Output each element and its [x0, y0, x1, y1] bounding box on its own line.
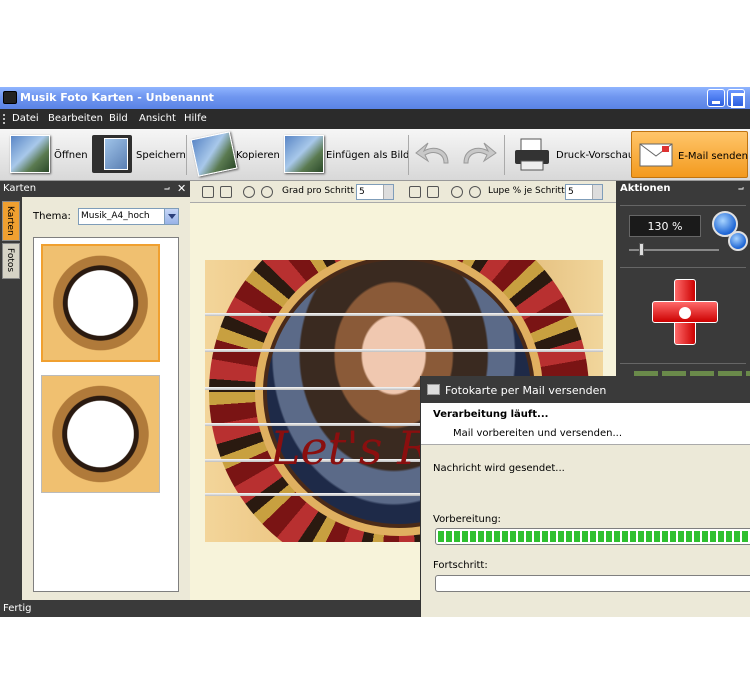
cards-panel: Karten ⨼ ✕ Karten Fotos Thema: Musik_A4_… [0, 181, 190, 600]
open-photo-icon [10, 135, 50, 173]
dialog-heading: Verarbeitung läuft... [433, 409, 549, 420]
menu-ansicht[interactable]: Ansicht [139, 113, 176, 124]
grad-value: 5 [359, 187, 365, 197]
pin-icon[interactable]: ⨼ [738, 182, 744, 193]
envelope-icon [639, 143, 673, 167]
close-icon[interactable]: ✕ [177, 182, 186, 195]
zoom-slider-thumb[interactable] [639, 243, 644, 256]
lupe-value: 5 [568, 187, 574, 197]
card-template-list[interactable] [33, 237, 179, 592]
dialog-message: Nachricht wird gesendet... [433, 463, 565, 474]
copy-button[interactable]: Kopieren [190, 131, 280, 178]
tab-karten-label: Karten [5, 206, 15, 236]
title-bar: Musik Foto Karten - Unbenannt [0, 87, 750, 109]
preparation-progress-bar [435, 528, 750, 545]
send-progress-bar [435, 575, 750, 592]
canvas-toolbar: Grad pro Schritt 5 Lupe % je Schritt 5 [190, 181, 616, 203]
open-button[interactable]: Öffnen [5, 131, 90, 178]
fit-icon[interactable] [409, 186, 421, 198]
tab-fotos-label: Fotos [5, 248, 15, 273]
preparation-progress-fill [438, 531, 750, 542]
dialog-title: Fotokarte per Mail versenden [445, 384, 607, 397]
paste-label: Einfügen als Bild [326, 150, 410, 161]
copy-photo-icon [190, 131, 238, 177]
paste-photo-icon [284, 135, 324, 173]
toolbar-separator [186, 135, 187, 175]
card-template-thumbnail[interactable] [41, 375, 160, 493]
lupe-label: Lupe % je Schritt [488, 186, 565, 196]
cards-panel-tabs: Karten Fotos [0, 197, 22, 600]
move-center-icon[interactable] [679, 307, 691, 319]
cards-panel-header: Karten ⨼ ✕ [0, 181, 190, 197]
guitar-string [205, 313, 603, 316]
progress-label: Fortschritt: [433, 560, 488, 571]
printer-icon [427, 384, 440, 395]
dialog-header: Verarbeitung läuft... Mail vorbereiten u… [421, 403, 750, 445]
tab-fotos[interactable]: Fotos [2, 243, 20, 279]
copy-label: Kopieren [236, 150, 280, 161]
print-preview-label: Druck-Vorschau [556, 150, 635, 161]
window-title: Musik Foto Karten - Unbenannt [20, 91, 214, 104]
fit-all-icon[interactable] [427, 186, 439, 198]
actions-panel-title: Aktionen [620, 183, 671, 194]
card-overlay-text: Let's R [270, 421, 432, 475]
app-icon [3, 91, 17, 104]
panel-divider [620, 363, 746, 364]
rotate-left-icon[interactable] [243, 186, 255, 198]
save-disk-icon [92, 135, 132, 173]
menu-bar: Datei Bearbeiten Bild Ansicht Hilfe [0, 109, 750, 129]
actions-panel-header: Aktionen ⨼ [616, 181, 750, 197]
zoom-value: 130 % [647, 220, 683, 233]
maximize-button[interactable] [727, 89, 745, 108]
send-mail-dialog: Fotokarte per Mail versenden Verarbeitun… [420, 376, 750, 617]
pin-icon[interactable]: ⨼ [164, 182, 170, 193]
main-toolbar: Öffnen Speichern Kopieren Einfügen als B… [0, 129, 750, 181]
zoom-level-display: 130 % [629, 215, 701, 237]
thema-select[interactable]: Musik_A4_hoch [78, 208, 179, 225]
paste-as-image-button[interactable]: Einfügen als Bild [282, 131, 410, 178]
toolbar-separator [408, 135, 409, 175]
chevron-down-icon[interactable] [164, 209, 178, 224]
menu-bearbeiten[interactable]: Bearbeiten [48, 113, 103, 124]
tab-karten[interactable]: Karten [2, 201, 20, 241]
menu-hilfe[interactable]: Hilfe [184, 113, 207, 124]
toolbar-separator [504, 135, 505, 175]
print-preview-button[interactable]: Druck-Vorschau [510, 131, 634, 178]
rotate-right-icon[interactable] [261, 186, 273, 198]
status-text: Fertig [3, 603, 32, 614]
guitar-string [205, 349, 603, 352]
menu-grip-icon [3, 114, 5, 124]
grad-spinner[interactable]: 5 [356, 184, 394, 200]
open-label: Öffnen [54, 150, 88, 161]
lupe-spinner[interactable]: 5 [565, 184, 603, 200]
crop-reset-icon[interactable] [220, 186, 232, 198]
menu-bild[interactable]: Bild [109, 113, 128, 124]
save-button[interactable]: Speichern [92, 131, 186, 178]
cards-panel-body: Thema: Musik_A4_hoch [22, 197, 190, 600]
panel-divider [620, 205, 746, 206]
card-template-thumbnail[interactable] [41, 244, 160, 362]
minimize-button[interactable] [707, 89, 725, 107]
zoom-in-icon[interactable] [469, 186, 481, 198]
redo-arrow-icon [463, 142, 497, 164]
zoom-out-icon[interactable] [728, 231, 748, 251]
grad-label: Grad pro Schritt [282, 186, 354, 196]
printer-icon [515, 138, 549, 171]
save-label: Speichern [136, 150, 186, 161]
menu-datei[interactable]: Datei [12, 113, 39, 124]
zoom-out-icon[interactable] [451, 186, 463, 198]
redo-button[interactable] [458, 131, 500, 178]
dialog-subheading: Mail vorbereiten und versenden... [453, 428, 623, 439]
email-label: E-Mail senden [678, 151, 748, 162]
cards-panel-title: Karten [3, 183, 37, 194]
thema-select-value: Musik_A4_hoch [81, 211, 150, 221]
email-send-button[interactable]: E-Mail senden [631, 131, 748, 178]
panel-divider [620, 267, 746, 268]
undo-button[interactable] [414, 131, 454, 178]
thema-label: Thema: [33, 211, 71, 222]
preparation-label: Vorbereitung: [433, 514, 501, 525]
crop-icon[interactable] [202, 186, 214, 198]
dialog-title-bar: Fotokarte per Mail versenden [421, 376, 750, 403]
undo-arrow-icon [415, 142, 449, 164]
